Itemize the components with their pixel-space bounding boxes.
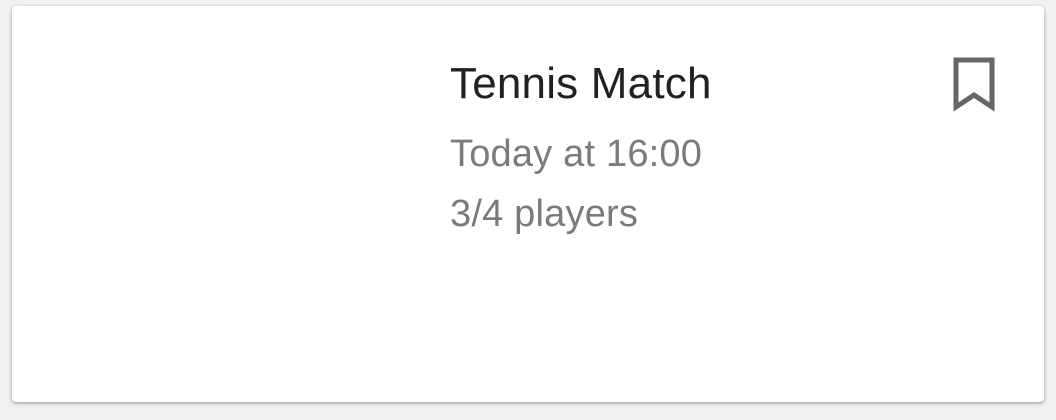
event-details: Tennis Match Today at 16:00 3/4 players	[450, 58, 712, 244]
event-image-placeholder	[12, 6, 420, 402]
event-players: 3/4 players	[450, 193, 639, 235]
event-card[interactable]: Tennis Match Today at 16:00 3/4 players	[12, 6, 1044, 402]
event-title: Tennis Match	[450, 59, 712, 108]
bookmark-icon	[953, 57, 995, 112]
bookmark-button[interactable]	[952, 56, 996, 112]
event-time: Today at 16:00	[450, 133, 703, 175]
